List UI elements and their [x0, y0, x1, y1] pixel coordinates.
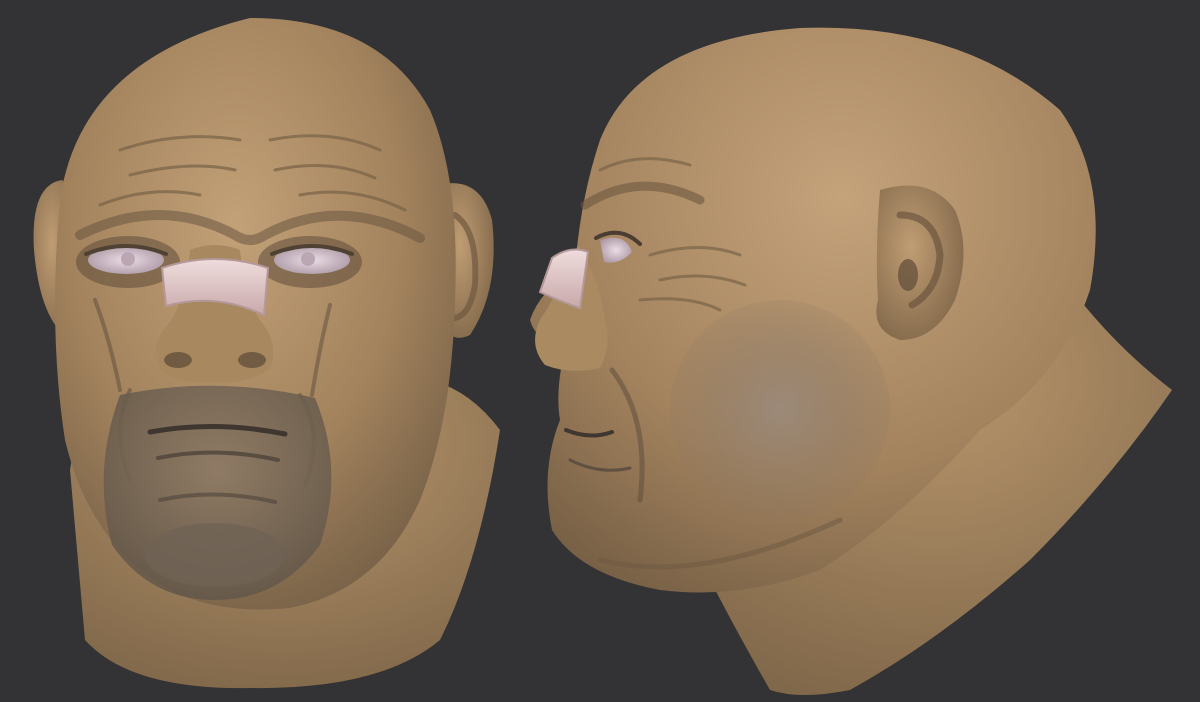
front-chin: [145, 523, 285, 587]
render-viewport: [0, 0, 1200, 702]
sculpt-render: [33, 18, 1172, 695]
front-view: [33, 18, 500, 689]
side-view: [530, 27, 1172, 695]
